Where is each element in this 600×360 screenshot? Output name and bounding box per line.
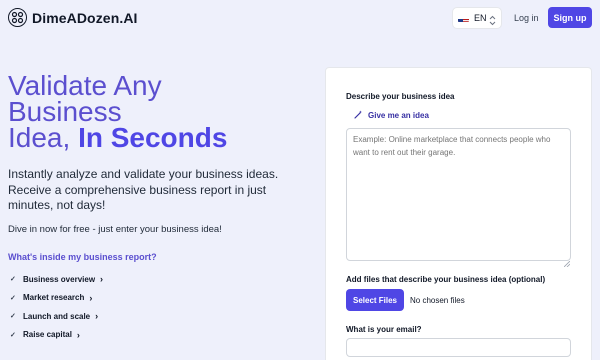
report-list: ✓ Business overview › ✓ Market research … <box>10 270 103 344</box>
report-item-launch-and-scale[interactable]: ✓ Launch and scale › <box>10 307 103 326</box>
chevron-right-icon: › <box>95 311 99 322</box>
email-label: What is your email? <box>346 325 422 334</box>
us-flag-icon <box>458 14 469 22</box>
report-item-business-overview[interactable]: ✓ Business overview › <box>10 270 103 289</box>
check-icon: ✓ <box>10 331 16 339</box>
report-item-market-research[interactable]: ✓ Market research › <box>10 289 103 308</box>
brand-logo-icon <box>8 8 27 27</box>
report-heading: What's inside my business report? <box>8 252 157 262</box>
hero-title-highlight: In Seconds <box>78 122 228 153</box>
login-link[interactable]: Log in <box>514 13 539 23</box>
hero-subtitle: Instantly analyze and validate your busi… <box>8 167 279 212</box>
report-item-label: Raise capital <box>23 330 72 340</box>
chevron-up-down-icon <box>489 13 496 31</box>
signup-button[interactable]: Sign up <box>548 7 592 28</box>
brand-logo[interactable]: DimeADozen.AI <box>8 8 138 27</box>
language-select[interactable]: EN <box>452 7 502 29</box>
check-icon: ✓ <box>10 276 16 284</box>
chevron-right-icon: › <box>100 274 104 285</box>
hero-title: Validate Any Business Idea, In Seconds <box>8 72 308 153</box>
resize-handle-icon[interactable] <box>563 254 571 272</box>
hero-title-regular: Idea, <box>8 122 79 153</box>
top-header: DimeADozen.AI EN Log in Sign up <box>0 0 600 36</box>
files-label: Add files that describe your business id… <box>346 275 546 284</box>
check-icon: ✓ <box>10 294 16 302</box>
give-me-an-idea-button[interactable]: Give me an idea <box>354 110 429 121</box>
report-item-raise-capital[interactable]: ✓ Raise capital › <box>10 326 103 345</box>
report-item-label: Launch and scale <box>23 311 91 321</box>
hero-title-line-3: Idea, In Seconds <box>8 122 308 153</box>
give-me-an-idea-label: Give me an idea <box>368 111 429 120</box>
idea-textarea[interactable] <box>346 128 571 261</box>
check-icon: ✓ <box>10 313 16 321</box>
magic-wand-icon <box>354 110 363 121</box>
brand-name: DimeADozen.AI <box>32 9 138 26</box>
hero-free-note: Dive in now for free - just enter your b… <box>8 224 222 235</box>
report-item-label: Market research <box>23 293 85 303</box>
report-item-label: Business overview <box>23 274 96 284</box>
chevron-right-icon: › <box>76 329 80 340</box>
select-files-button[interactable]: Select Files <box>346 289 404 311</box>
no-files-text: No chosen files <box>410 296 465 305</box>
idea-form-card: Describe your business idea Give me an i… <box>325 67 592 360</box>
language-code: EN <box>474 13 487 23</box>
idea-label: Describe your business idea <box>346 92 455 101</box>
chevron-right-icon: › <box>89 292 93 303</box>
email-field[interactable] <box>346 338 571 357</box>
